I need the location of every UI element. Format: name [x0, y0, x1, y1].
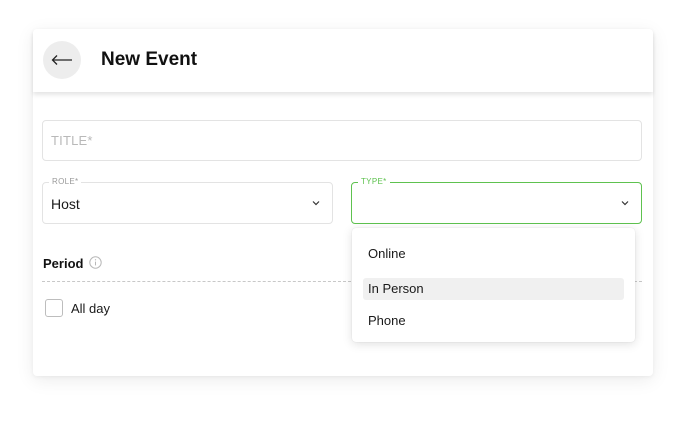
menu-item-phone[interactable]: Phone: [363, 310, 624, 332]
new-event-card: New Event TITLE* ROLE* Host TYPE* Period…: [33, 29, 653, 376]
period-heading: Period: [43, 256, 84, 271]
role-label: ROLE*: [49, 177, 82, 187]
back-button[interactable]: [43, 41, 81, 79]
role-select[interactable]: ROLE* Host: [42, 177, 333, 224]
type-select[interactable]: TYPE*: [351, 177, 642, 224]
type-label: TYPE*: [358, 177, 390, 187]
all-day-label: All day: [71, 301, 111, 316]
chevron-down-icon: [312, 201, 320, 206]
title-placeholder: TITLE*: [51, 133, 93, 148]
menu-item-in-person[interactable]: In Person: [363, 278, 624, 300]
menu-item-online[interactable]: Online: [363, 243, 624, 265]
arrow-left-icon: [51, 55, 72, 65]
header-bar: New Event: [33, 29, 653, 92]
all-day-checkbox[interactable]: [45, 299, 63, 317]
page-title: New Event: [101, 49, 198, 70]
chevron-down-icon: [621, 201, 629, 206]
type-dropdown-menu: Online In Person Phone: [352, 228, 635, 342]
title-field[interactable]: TITLE*: [42, 120, 642, 161]
role-value: Host: [51, 196, 80, 212]
info-icon[interactable]: [89, 256, 102, 269]
